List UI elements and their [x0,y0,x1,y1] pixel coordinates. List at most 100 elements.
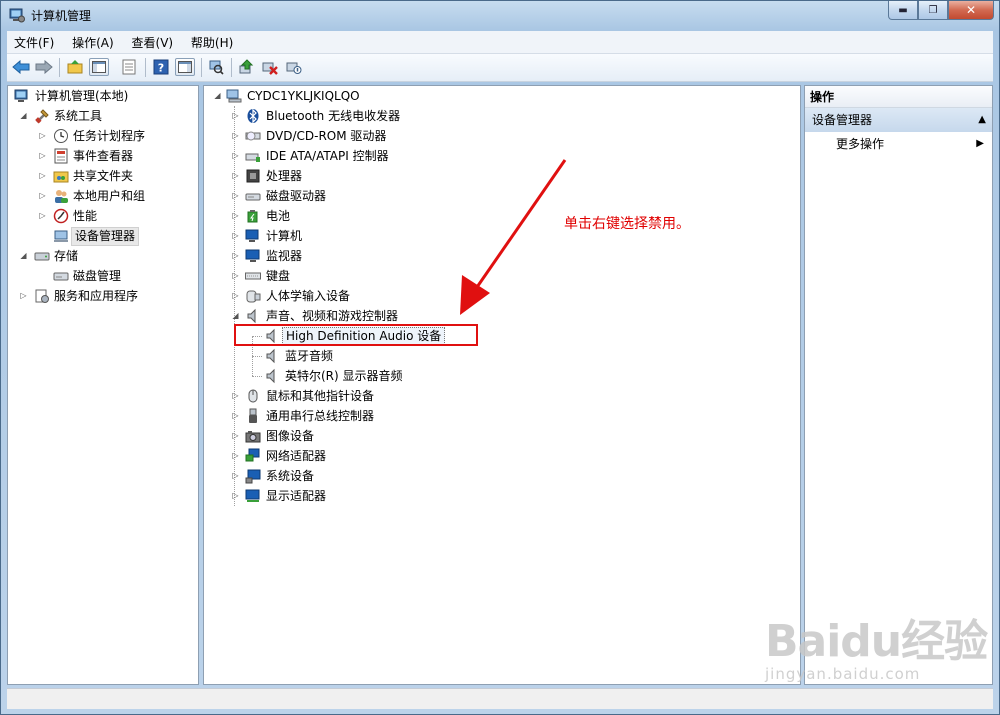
device-category-usb[interactable]: ▷ 通用串行总线控制器 [204,406,794,426]
forward-button[interactable] [34,58,54,76]
collapse-triangle-icon[interactable]: ◢ [231,306,240,326]
disk-icon [53,272,69,281]
keyboard-icon [245,272,261,280]
tree-node-services-apps[interactable]: ▷ 服务和应用程序 [8,286,198,306]
back-button[interactable] [11,58,31,76]
device-category-label: 显示适配器 [266,489,327,503]
more-actions-item[interactable]: 更多操作 ▶ [805,134,992,154]
expand-triangle-icon[interactable]: ▷ [231,386,240,406]
title-bar[interactable]: 计算机管理 ▬ ❐ ✕ [1,1,999,29]
shared-folder-icon [53,171,69,183]
tree-label: 磁盘管理 [73,269,122,283]
computer-management-icon [9,8,25,23]
collapse-triangle-icon[interactable]: ◢ [19,246,28,266]
device-category-network[interactable]: ▷ 网络适配器 [204,446,794,466]
minimize-button[interactable]: ▬ [888,1,918,20]
uninstall-device-button[interactable] [260,58,280,76]
tree-label: 计算机管理(本地) [35,89,129,103]
expand-triangle-icon[interactable]: ▷ [231,186,240,206]
tree-node-disk-management[interactable]: 磁盘管理 [8,266,198,286]
device-category-dvd[interactable]: ▷ DVD/CD-ROM 驱动器 [204,126,794,146]
actions-section-device-manager[interactable]: 设备管理器 ▲ [805,108,992,132]
device-category-bluetooth[interactable]: ▷ Bluetooth 无线电收发器 [204,106,794,126]
help-icon: ? [153,59,169,75]
up-level-button[interactable] [65,58,85,76]
menu-view[interactable]: 查看(V) [125,31,181,54]
tree-node-local-users[interactable]: ▷ 本地用户和组 [8,186,198,206]
device-category-label: 计算机 [266,229,303,243]
collapse-up-icon[interactable]: ▲ [978,108,986,132]
expand-triangle-icon[interactable]: ▷ [231,486,240,506]
device-item-label: 蓝牙音频 [285,349,334,363]
device-category-label: 通用串行总线控制器 [266,409,375,423]
tools-icon [35,109,49,124]
device-category-display[interactable]: ▷ 显示适配器 [204,486,794,506]
status-bar [7,688,993,709]
expand-triangle-icon[interactable]: ▷ [231,106,240,126]
expand-triangle-icon[interactable]: ▷ [231,206,240,226]
expand-triangle-icon[interactable]: ▷ [231,266,240,286]
expand-triangle-icon[interactable]: ▷ [38,146,47,166]
maximize-button[interactable]: ❐ [918,1,948,20]
collapse-triangle-icon[interactable]: ◢ [213,86,222,106]
device-category-mice[interactable]: ▷ 鼠标和其他指针设备 [204,386,794,406]
device-category-label: 声音、视频和游戏控制器 [266,309,399,323]
update-driver-button[interactable] [236,58,256,76]
tree-node-system-tools[interactable]: ◢ 系统工具 [8,106,198,126]
expand-triangle-icon[interactable]: ▷ [19,286,28,306]
tree-node-task-scheduler[interactable]: ▷ 任务计划程序 [8,126,198,146]
menu-action[interactable]: 操作(A) [65,31,121,54]
expand-triangle-icon[interactable]: ▷ [231,146,240,166]
speaker-icon [266,368,275,384]
expand-triangle-icon[interactable]: ▷ [231,246,240,266]
toolbar-separator [59,58,60,77]
show-hide-tree-button[interactable] [89,58,109,76]
expand-triangle-icon[interactable]: ▷ [38,206,47,226]
device-category-label: 人体学输入设备 [266,289,351,303]
tree-node-performance[interactable]: ▷ 性能 [8,206,198,226]
device-item-bluetooth-audio[interactable]: 蓝牙音频 [204,346,794,366]
export-list-button[interactable] [119,58,139,76]
device-tree-root[interactable]: ◢ CYDC1YKLJKIQLQO [204,86,794,106]
close-button[interactable]: ✕ [948,1,994,20]
expand-triangle-icon[interactable]: ▷ [231,406,240,426]
menu-help[interactable]: 帮助(H) [184,31,240,54]
collapse-triangle-icon[interactable]: ◢ [19,106,28,126]
clock-icon [54,129,68,143]
expand-triangle-icon[interactable]: ▷ [231,466,240,486]
processor-icon [246,169,260,183]
tree-label: 任务计划程序 [73,129,146,143]
device-category-label: 系统设备 [266,469,315,483]
highlight-box [234,324,478,346]
tree-node-shared-folders[interactable]: ▷ 共享文件夹 [8,166,198,186]
device-item-intel-display-audio[interactable]: 英特尔(R) 显示器音频 [204,366,794,386]
menu-file[interactable]: 文件(F) [7,31,61,54]
display-adapter-icon [245,489,260,502]
expand-triangle-icon[interactable]: ▷ [38,126,47,146]
expand-triangle-icon[interactable]: ▷ [231,426,240,446]
expand-triangle-icon[interactable]: ▷ [231,126,240,146]
device-category-imaging[interactable]: ▷ 图像设备 [204,426,794,446]
help-button[interactable]: ? [151,58,171,76]
tree-label: 事件查看器 [73,149,134,163]
tree-node-device-manager[interactable]: 设备管理器 [8,226,198,246]
tree-label: 共享文件夹 [73,169,134,183]
tree-node-storage[interactable]: ◢ 存储 [8,246,198,266]
expand-triangle-icon[interactable]: ▷ [231,166,240,186]
device-category-label: 鼠标和其他指针设备 [266,389,375,403]
show-action-pane-button[interactable] [175,58,195,76]
expand-triangle-icon[interactable]: ▷ [231,446,240,466]
performance-icon [53,208,69,224]
device-category-system[interactable]: ▷ 系统设备 [204,466,794,486]
device-category-label: IDE ATA/ATAPI 控制器 [266,149,389,163]
expand-triangle-icon[interactable]: ▷ [38,166,47,186]
tree-node-event-viewer[interactable]: ▷ 事件查看器 [8,146,198,166]
expand-triangle-icon[interactable]: ▷ [231,286,240,306]
expand-triangle-icon[interactable]: ▷ [38,186,47,206]
scan-hardware-button[interactable] [206,58,226,76]
svg-text:?: ? [158,62,164,75]
usb-icon [249,408,257,423]
disable-device-button[interactable] [284,58,304,76]
computer-management-icon [14,89,28,102]
expand-triangle-icon[interactable]: ▷ [231,226,240,246]
